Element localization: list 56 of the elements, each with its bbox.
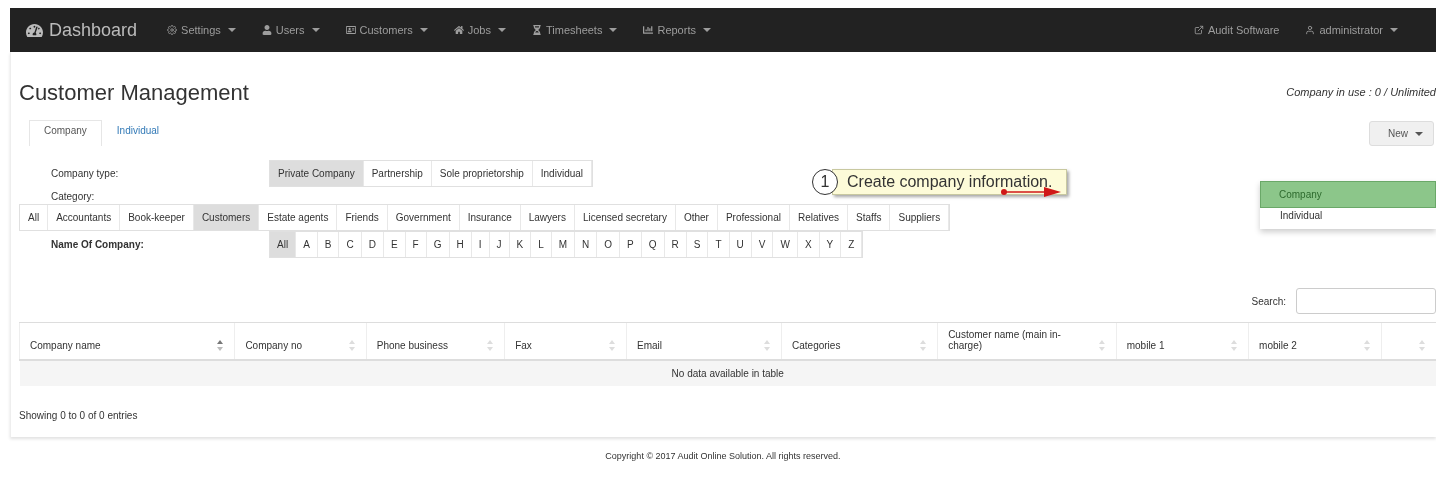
step-number: 1 (812, 169, 838, 195)
person-icon (261, 25, 272, 35)
caret-icon (498, 28, 506, 32)
caret-icon (1415, 131, 1423, 136)
nav-menu[interactable]: Users (261, 24, 320, 36)
nav-link[interactable]: administrator (1305, 24, 1398, 36)
company-usage: Company in use : 0 / Unlimited (1286, 85, 1436, 98)
dashboard-icon (26, 21, 43, 39)
sort-icon (1097, 340, 1106, 351)
external-link-icon (1193, 25, 1204, 35)
nav-link[interactable]: Audit Software (1193, 24, 1280, 36)
hourglass-icon (532, 25, 542, 35)
callout-text: Create company information. (832, 169, 1068, 195)
person-icon (1305, 25, 1316, 35)
sort-asc-icon (216, 340, 225, 351)
house-icon (453, 25, 464, 35)
page-title: Customer Management (19, 80, 249, 106)
caret-icon (702, 28, 711, 32)
sort-icon (1418, 340, 1426, 351)
field-label: Name Of Company: (51, 239, 145, 250)
tab[interactable]: Individual (101, 120, 175, 146)
entries-info: Showing 0 to 0 of 0 entries (19, 410, 139, 421)
sort-icon (608, 340, 616, 351)
sort-icon (486, 340, 495, 351)
nav-menu[interactable]: Customers (345, 24, 428, 36)
caret-icon (227, 28, 236, 32)
new-button[interactable]: New (1369, 121, 1434, 146)
nav-menu[interactable]: Timesheets (532, 24, 618, 36)
field-label: Company type: (51, 168, 120, 179)
sort-icon (763, 340, 772, 351)
category-option[interactable]: Customers (193, 205, 260, 230)
sort-icon (347, 340, 356, 351)
chart-icon (643, 25, 654, 35)
search-label: Search: (1251, 295, 1286, 307)
sort-icon (919, 340, 928, 351)
type-option[interactable]: Private Company (270, 161, 364, 186)
caret-icon (311, 28, 320, 32)
caret-icon (1390, 28, 1398, 32)
copyright-text: Copyright © 2017 Audit Online Solution. All rights reserved. (604, 451, 842, 461)
search-field[interactable] (1296, 288, 1436, 314)
caret-icon (609, 28, 618, 32)
empty-message: No data available in table (19, 360, 1436, 386)
sort-icon (1230, 340, 1239, 351)
pointer-arrow (1001, 187, 1061, 197)
settings-icon (167, 25, 178, 35)
nav-menu[interactable]: Reports (643, 24, 711, 36)
field-label: Category: (51, 191, 96, 202)
card-icon (345, 25, 356, 35)
brand-link[interactable]: Dashboard (26, 19, 138, 41)
caret-icon (419, 28, 428, 32)
nav-menu[interactable]: Jobs (453, 24, 506, 36)
nav-menu[interactable]: Settings (167, 24, 236, 36)
tab[interactable]: Company (29, 120, 102, 146)
letter-option[interactable]: All (270, 232, 297, 257)
menu-item[interactable]: Individual (1260, 208, 1436, 223)
sort-icon (1362, 340, 1371, 351)
